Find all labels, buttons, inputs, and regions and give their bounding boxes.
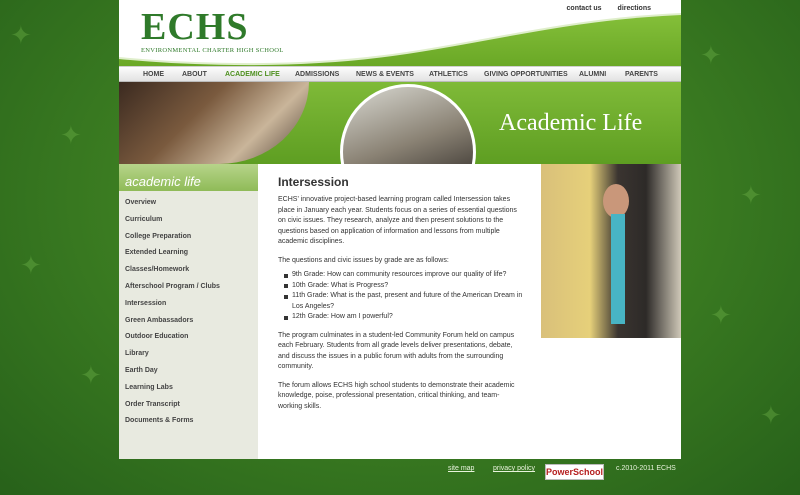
logo-subtitle: ENVIRONMENTAL CHARTER HIGH SCHOOL	[141, 47, 284, 54]
list-item: 10th Grade: What is Progress?	[284, 281, 523, 292]
nav-item-home[interactable]: HOME	[143, 71, 164, 78]
site-map-link[interactable]: site map	[448, 465, 474, 472]
top-links: contact us directions	[567, 5, 651, 12]
sidebar-item-overview[interactable]: Overview	[125, 199, 220, 216]
site-footer: site map privacy policy PowerSchool c.20…	[0, 459, 800, 495]
site-header: ECHS ENVIRONMENTAL CHARTER HIGH SCHOOL c…	[119, 0, 681, 66]
sidebar-item-learning-labs[interactable]: Learning Labs	[125, 384, 220, 401]
photo-face	[603, 184, 629, 218]
page-container: ECHS ENVIRONMENTAL CHARTER HIGH SCHOOL c…	[119, 0, 681, 459]
sidebar-item-green-ambassadors[interactable]: Green Ambassadors	[125, 317, 220, 334]
nav-item-admissions[interactable]: ADMISSIONS	[295, 71, 339, 78]
leaf-decoration: ✦	[20, 250, 42, 280]
leaf-decoration: ✦	[80, 360, 102, 390]
copyright-text: c.2010-2011 ECHS	[616, 465, 676, 472]
contact-us-link[interactable]: contact us	[567, 5, 602, 12]
logo-title: ECHS	[141, 6, 249, 48]
leaf-decoration: ✦	[700, 40, 722, 70]
privacy-policy-link[interactable]: privacy policy	[493, 465, 535, 472]
nav-item-about[interactable]: ABOUT	[182, 71, 207, 78]
list-item: 9th Grade: How can community resources i…	[284, 270, 523, 281]
leaf-decoration: ✦	[10, 20, 32, 50]
list-item: 12th Grade: How am I powerful?	[284, 312, 523, 323]
page-banner: Academic Life	[119, 82, 681, 164]
forum-paragraph: The program culminates in a student-led …	[278, 331, 515, 371]
nav-item-academic-life[interactable]: ACADEMIC LIFE	[225, 71, 280, 78]
sidebar-item-curriculum[interactable]: Curriculum	[125, 216, 220, 233]
questions-intro: The questions and civic issues by grade …	[278, 256, 449, 264]
nav-item-giving-opportunities[interactable]: GIVING OPPORTUNITIES	[484, 71, 568, 78]
leaf-decoration: ✦	[60, 120, 82, 150]
banner-title: Academic Life	[499, 110, 643, 136]
school-logo[interactable]: ECHS ENVIRONMENTAL CHARTER HIGH SCHOOL	[141, 8, 284, 54]
list-item: 11th Grade: What is the past, present an…	[284, 291, 523, 312]
teacher-photo	[541, 164, 681, 338]
sidebar: academic life Overview Curriculum Colleg…	[119, 164, 258, 459]
sidebar-item-outdoor-education[interactable]: Outdoor Education	[125, 333, 220, 350]
sidebar-item-intersession[interactable]: Intersession	[125, 300, 220, 317]
photo-scarf	[611, 214, 625, 324]
sidebar-heading-label: academic life	[125, 174, 201, 189]
leaf-decoration: ✦	[710, 300, 732, 330]
grade-questions-list: 9th Grade: How can community resources i…	[284, 270, 523, 323]
page-title: Intersession	[278, 175, 349, 189]
main-content: Intersession ECHS' innovative project-ba…	[278, 175, 523, 420]
nav-item-athletics[interactable]: ATHLETICS	[429, 71, 468, 78]
sidebar-item-classes-homework[interactable]: Classes/Homework	[125, 266, 220, 283]
sidebar-item-college-preparation[interactable]: College Preparation	[125, 233, 220, 250]
main-nav: HOME ABOUT ACADEMIC LIFE ADMISSIONS NEWS…	[119, 66, 681, 82]
classroom-photo	[340, 84, 476, 164]
sidebar-heading: academic life	[119, 164, 258, 191]
sidebar-item-order-transcript[interactable]: Order Transcript	[125, 401, 220, 418]
nav-item-news-events[interactable]: NEWS & EVENTS	[356, 71, 414, 78]
sidebar-item-earth-day[interactable]: Earth Day	[125, 367, 220, 384]
students-photo	[119, 82, 309, 164]
sidebar-item-library[interactable]: Library	[125, 350, 220, 367]
intro-paragraph: ECHS' innovative project-based learning …	[278, 196, 517, 245]
skills-paragraph: The forum allows ECHS high school studen…	[278, 381, 515, 410]
directions-link[interactable]: directions	[618, 5, 651, 12]
leaf-decoration: ✦	[740, 180, 762, 210]
powerschool-logo-link[interactable]: PowerSchool	[545, 464, 604, 480]
sidebar-menu: Overview Curriculum College Preparation …	[125, 199, 220, 434]
nav-item-alumni[interactable]: ALUMNI	[579, 71, 606, 78]
sidebar-item-documents-forms[interactable]: Documents & Forms	[125, 417, 220, 434]
nav-item-parents[interactable]: PARENTS	[625, 71, 658, 78]
leaf-decoration: ✦	[760, 400, 782, 430]
sidebar-item-extended-learning[interactable]: Extended Learning	[125, 249, 220, 266]
sidebar-item-afterschool-program[interactable]: Afterschool Program / Clubs	[125, 283, 220, 300]
